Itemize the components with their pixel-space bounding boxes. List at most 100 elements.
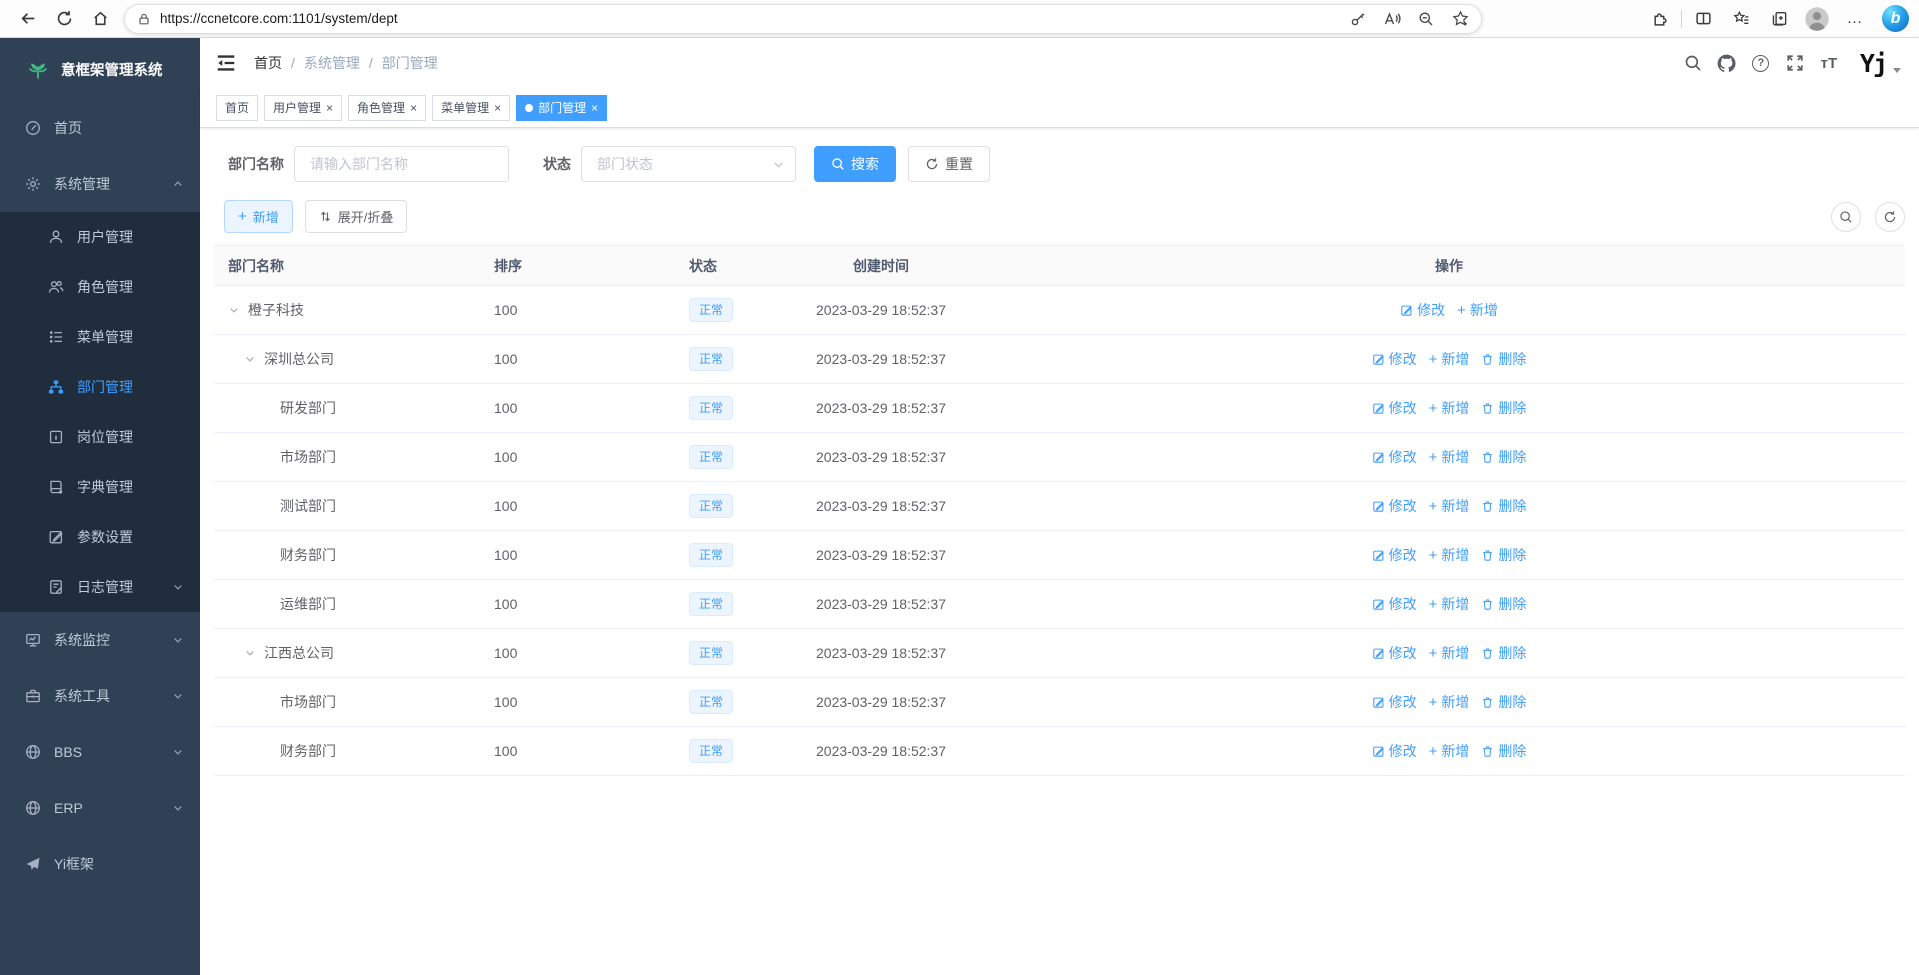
edit-link[interactable]: 修改 — [1372, 594, 1417, 614]
tree-collapse-icon[interactable] — [244, 353, 264, 365]
top-navbar: 首页 / 系统管理 / 部门管理 ? т — [200, 38, 1919, 88]
delete-link[interactable]: 删除 — [1481, 398, 1526, 418]
help-icon[interactable]: ? — [1744, 46, 1778, 80]
toggle-search-button[interactable] — [1831, 202, 1861, 232]
refresh-icon[interactable] — [46, 4, 82, 34]
delete-link[interactable]: 删除 — [1481, 545, 1526, 565]
expand-collapse-button[interactable]: 展开/折叠 — [305, 200, 408, 233]
edit-link[interactable]: 修改 — [1372, 741, 1417, 761]
sidebar-item-menu-mgmt[interactable]: 菜单管理 — [0, 312, 200, 362]
header-search-icon[interactable] — [1676, 46, 1710, 80]
back-icon[interactable] — [10, 4, 46, 34]
fullscreen-icon[interactable] — [1778, 46, 1812, 80]
sidebar-item-log-mgmt[interactable]: 日志管理 — [0, 562, 200, 612]
sidebar-item-user-mgmt[interactable]: 用户管理 — [0, 212, 200, 262]
tab-menu-mgmt[interactable]: 菜单管理 × — [432, 95, 510, 121]
add-link[interactable]: +新增 — [1429, 447, 1470, 467]
refresh-table-button[interactable] — [1875, 202, 1905, 232]
sidebar-item-bbs[interactable]: BBS — [0, 724, 200, 780]
browser-menu-icon[interactable]: … — [1836, 4, 1874, 34]
reset-button[interactable]: 重置 — [908, 146, 990, 182]
close-icon[interactable]: × — [410, 102, 417, 114]
delete-link[interactable]: 删除 — [1481, 692, 1526, 712]
sidebar-item-tools[interactable]: 系统工具 — [0, 668, 200, 724]
favorite-star-add-icon[interactable] — [1443, 6, 1477, 32]
dept-created: 2023-03-29 18:52:37 — [769, 596, 993, 612]
status-badge: 正常 — [689, 543, 733, 567]
url-text[interactable]: https://ccnetcore.com:1101/system/dept — [160, 11, 1341, 26]
add-link[interactable]: +新增 — [1429, 741, 1470, 761]
chevron-down-icon — [172, 746, 184, 758]
sidebar-item-dict-mgmt[interactable]: 字典管理 — [0, 462, 200, 512]
app-logo[interactable]: 意框架管理系统 — [0, 38, 200, 100]
collections-icon[interactable] — [1760, 4, 1798, 34]
breadcrumb-dept: 部门管理 — [382, 53, 438, 73]
user-avatar[interactable]: Yj — [1860, 51, 1901, 76]
tab-user-mgmt[interactable]: 用户管理 × — [264, 95, 342, 121]
split-screen-icon[interactable] — [1684, 4, 1722, 34]
sidebar-collapse-icon[interactable] — [215, 52, 237, 74]
close-icon[interactable]: × — [326, 102, 333, 114]
status-select[interactable]: 部门状态 — [581, 146, 796, 182]
sidebar-item-dept-mgmt[interactable]: 部门管理 — [0, 362, 200, 412]
font-size-icon[interactable]: тT — [1812, 46, 1846, 80]
bing-copilot-icon[interactable]: b — [1882, 5, 1909, 32]
tree-collapse-icon[interactable] — [228, 304, 248, 316]
main-area: 首页 / 系统管理 / 部门管理 ? т — [200, 38, 1919, 975]
address-bar[interactable]: https://ccnetcore.com:1101/system/dept — [124, 4, 1482, 34]
add-link[interactable]: +新增 — [1429, 398, 1470, 418]
profile-avatar-icon[interactable] — [1798, 4, 1836, 34]
sidebar-item-erp[interactable]: ERP — [0, 780, 200, 836]
search-button[interactable]: 搜索 — [814, 146, 896, 182]
sidebar-item-role-mgmt[interactable]: 角色管理 — [0, 262, 200, 312]
tab-home[interactable]: 首页 — [216, 95, 258, 121]
github-icon[interactable] — [1710, 46, 1744, 80]
add-link[interactable]: +新增 — [1429, 594, 1470, 614]
user-icon — [48, 229, 64, 245]
sidebar-item-monitor[interactable]: 系统监控 — [0, 612, 200, 668]
extensions-icon[interactable] — [1641, 4, 1679, 34]
edit-link[interactable]: 修改 — [1372, 692, 1417, 712]
add-link[interactable]: +新增 — [1429, 545, 1470, 565]
delete-link[interactable]: 删除 — [1481, 349, 1526, 369]
add-link[interactable]: +新增 — [1429, 692, 1470, 712]
sidebar-item-system[interactable]: 系统管理 — [0, 156, 200, 212]
add-link[interactable]: +新增 — [1429, 643, 1470, 663]
delete-link[interactable]: 删除 — [1481, 741, 1526, 761]
sidebar-item-param-settings[interactable]: 参数设置 — [0, 512, 200, 562]
edit-link[interactable]: 修改 — [1372, 643, 1417, 663]
dept-name-input[interactable] — [294, 146, 509, 182]
dept-name: 测试部门 — [280, 496, 336, 516]
tab-role-mgmt[interactable]: 角色管理 × — [348, 95, 426, 121]
sidebar-item-yi-framework[interactable]: Yi框架 — [0, 836, 200, 892]
tab-dept-mgmt[interactable]: 部门管理 × — [516, 95, 607, 121]
edit-link[interactable]: 修改 — [1372, 349, 1417, 369]
close-icon[interactable]: × — [494, 102, 501, 114]
delete-link[interactable]: 删除 — [1481, 594, 1526, 614]
add-link[interactable]: +新增 — [1429, 496, 1470, 516]
password-key-icon[interactable] — [1341, 6, 1375, 32]
dept-created: 2023-03-29 18:52:37 — [769, 694, 993, 710]
read-aloud-icon[interactable] — [1375, 6, 1409, 32]
status-badge: 正常 — [689, 641, 733, 665]
zoom-out-icon[interactable] — [1409, 6, 1443, 32]
add-dept-button[interactable]: + 新增 — [224, 200, 293, 233]
edit-link[interactable]: 修改 — [1400, 300, 1445, 320]
sidebar-item-home[interactable]: 首页 — [0, 100, 200, 156]
add-link[interactable]: +新增 — [1457, 300, 1498, 320]
edit-link[interactable]: 修改 — [1372, 545, 1417, 565]
edit-link[interactable]: 修改 — [1372, 447, 1417, 467]
edit-link[interactable]: 修改 — [1372, 398, 1417, 418]
edit-link[interactable]: 修改 — [1372, 496, 1417, 516]
breadcrumb-home[interactable]: 首页 — [254, 53, 282, 73]
close-icon[interactable]: × — [591, 102, 598, 114]
delete-link[interactable]: 删除 — [1481, 643, 1526, 663]
delete-link[interactable]: 删除 — [1481, 447, 1526, 467]
delete-link[interactable]: 删除 — [1481, 496, 1526, 516]
tree-collapse-icon[interactable] — [244, 647, 264, 659]
sidebar-item-post-mgmt[interactable]: 岗位管理 — [0, 412, 200, 462]
home-icon[interactable] — [82, 4, 118, 34]
favorites-hub-icon[interactable] — [1722, 4, 1760, 34]
log-document-icon — [48, 579, 64, 595]
add-link[interactable]: +新增 — [1429, 349, 1470, 369]
